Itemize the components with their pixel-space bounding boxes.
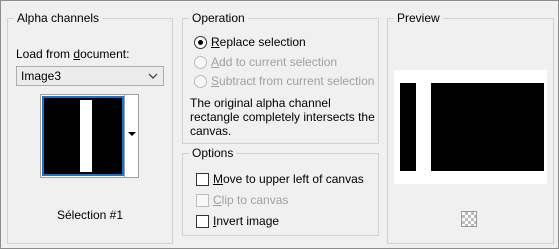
transparency-checker-icon[interactable] — [461, 211, 477, 227]
radio-icon — [194, 75, 207, 89]
alpha-channel-picker[interactable] — [40, 94, 139, 178]
options-group: Options Move to upper left of canvas Cli… — [182, 145, 379, 236]
checkbox-icon — [196, 194, 209, 208]
preview-canvas — [394, 70, 547, 184]
selected-channel-name: Sélection #1 — [56, 208, 124, 222]
move-to-upper-left-checkbox[interactable]: Move to upper left of canvas — [196, 172, 364, 187]
radio-icon — [194, 56, 207, 70]
thumbnail-white-stripe — [80, 100, 92, 172]
replace-selection-radio[interactable]: Replace selection — [194, 35, 306, 50]
preview-black-region-right — [431, 83, 544, 171]
load-from-document-label: Load from document: — [16, 47, 130, 61]
operation-title: Operation — [189, 10, 248, 26]
radio-checked-icon[interactable] — [194, 36, 207, 50]
preview-group: Preview — [387, 10, 554, 244]
dropdown-arrow-icon — [128, 132, 136, 136]
checkbox-icon[interactable] — [196, 215, 209, 229]
operation-group: Operation Replace selection Add to curre… — [182, 10, 379, 144]
operation-description: The original alpha channel rectangle com… — [190, 96, 375, 138]
clip-to-canvas-checkbox: Clip to canvas — [196, 193, 288, 208]
preview-black-region-left — [400, 83, 416, 171]
options-title: Options — [189, 145, 237, 161]
alpha-channels-title: Alpha channels — [14, 10, 103, 26]
dialog-window: Alpha channels Load from document: Image… — [0, 0, 559, 249]
invert-image-checkbox[interactable]: Invert image — [196, 214, 279, 229]
document-dropdown[interactable]: Image3 — [16, 66, 164, 86]
subtract-from-selection-radio: Subtract from current selection — [194, 74, 374, 89]
alpha-channel-dropdown-button[interactable] — [124, 95, 138, 177]
chevron-down-icon — [148, 73, 158, 79]
alpha-channel-thumbnail[interactable] — [42, 96, 124, 176]
add-to-selection-radio: Add to current selection — [194, 55, 337, 70]
document-dropdown-value: Image3 — [21, 69, 62, 83]
alpha-channels-group: Alpha channels Load from document: Image… — [7, 10, 173, 244]
preview-title: Preview — [394, 10, 443, 26]
checkbox-icon[interactable] — [196, 173, 209, 187]
